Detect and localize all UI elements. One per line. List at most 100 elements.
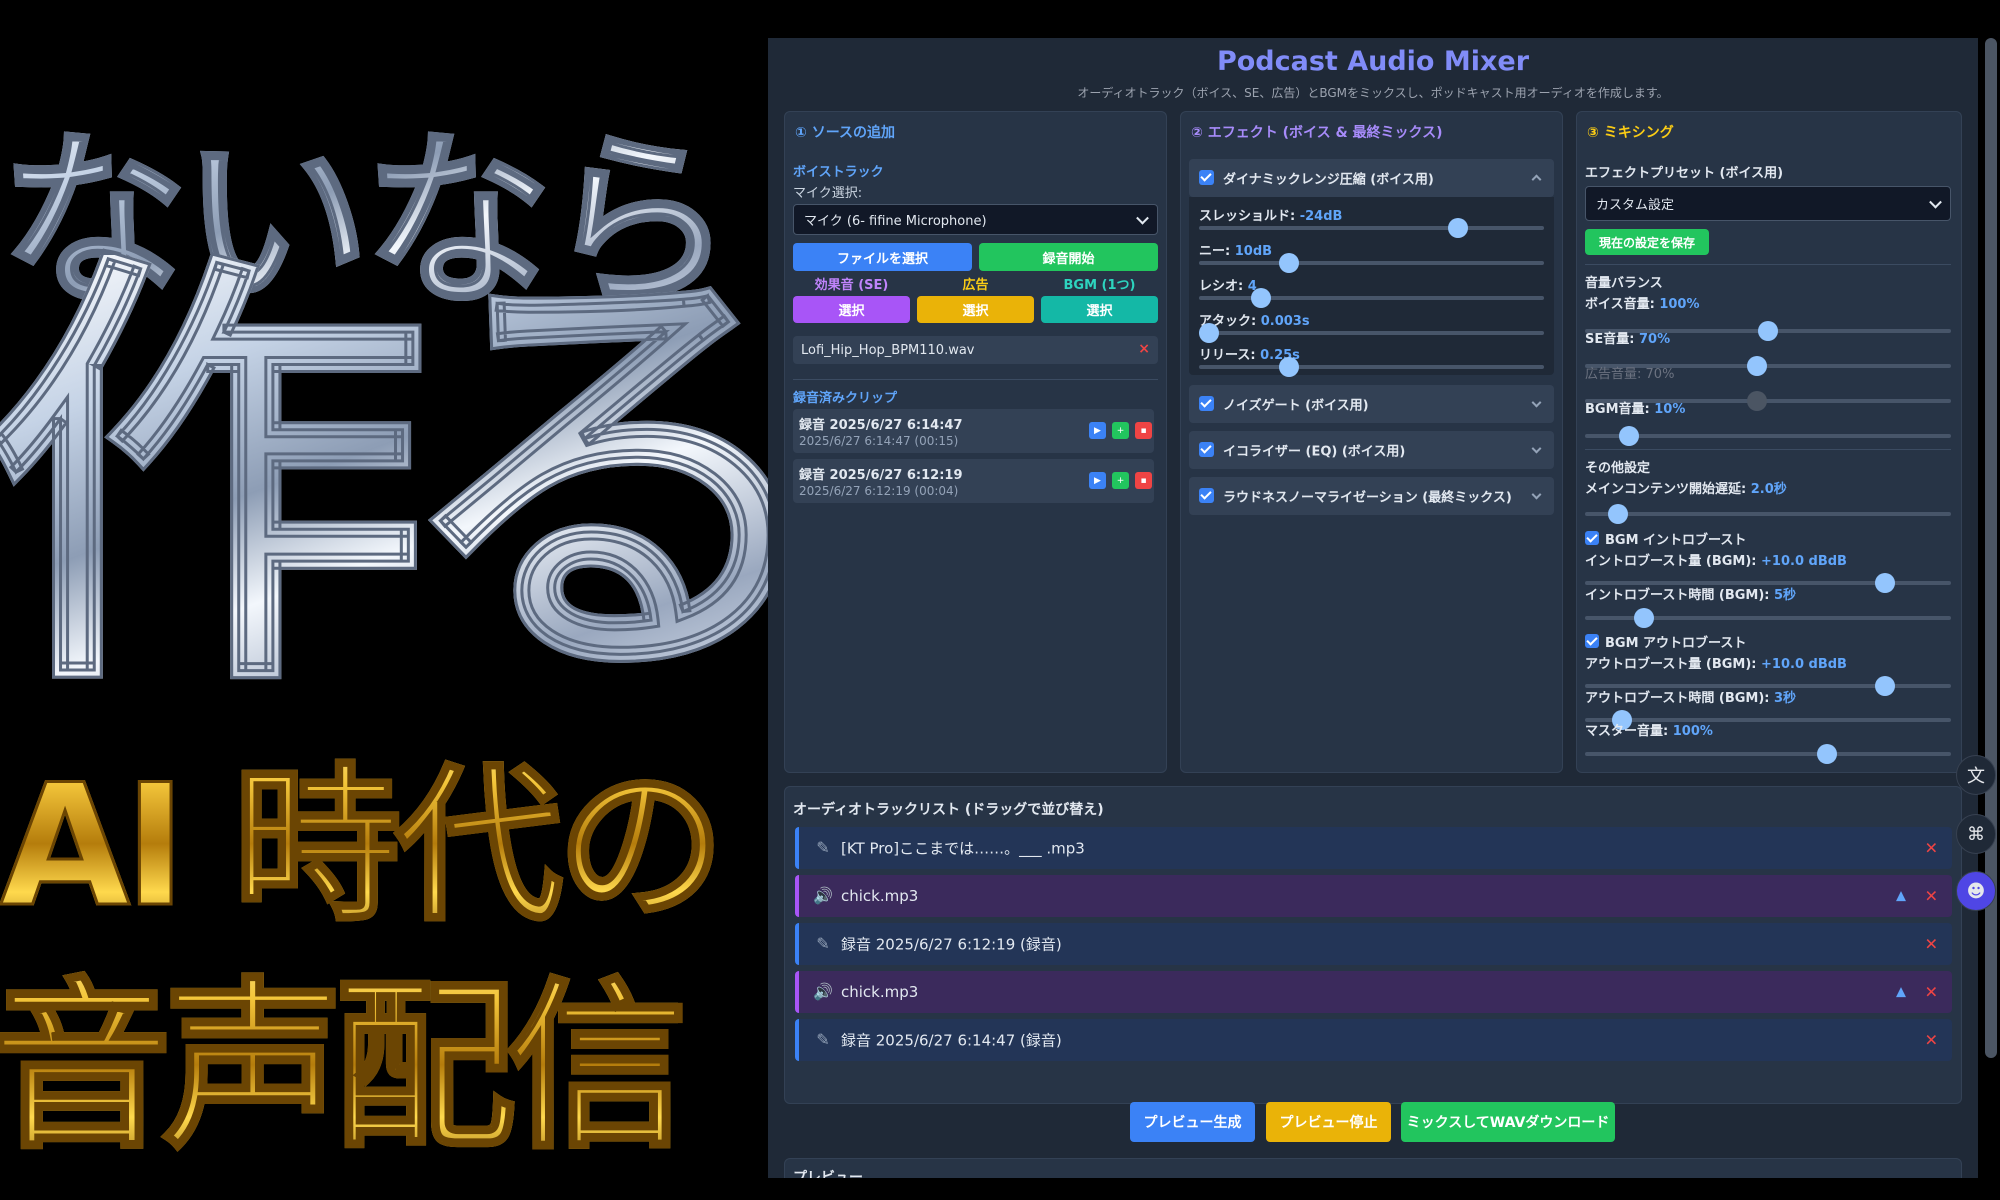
slider-knob[interactable]	[1875, 573, 1896, 593]
slider-knob[interactable]	[1447, 218, 1468, 238]
slider-knob[interactable]	[1199, 323, 1220, 343]
ad-select-button[interactable]: 選択	[917, 296, 1034, 323]
ratio-label: レシオ: 4	[1199, 279, 1257, 294]
eq-checkbox[interactable]	[1199, 442, 1214, 457]
slider-knob[interactable]	[1278, 357, 1299, 377]
track-row[interactable]: 🔊 chick.mp3 ▲ ✕	[795, 971, 1952, 1013]
preview-panel: プレビュー	[784, 1158, 1962, 1178]
compressor-title: ダイナミックレンジ圧縮 (ボイス用)	[1223, 172, 1434, 188]
app-title: Podcast Audio Mixer	[1216, 46, 1530, 77]
knee-slider[interactable]	[1199, 253, 1544, 273]
app-subtitle: オーディオトラック（ボイス、SE、広告）とBGMをミックスし、ポッドキャスト用オ…	[1077, 86, 1669, 100]
intro-time-slider[interactable]	[1585, 608, 1951, 628]
remove-bgm-icon[interactable]: ×	[1138, 341, 1150, 357]
attack-slider[interactable]	[1199, 323, 1544, 343]
remove-track-icon[interactable]: ✕	[1925, 1031, 1938, 1050]
bgm-volume-slider[interactable]	[1585, 426, 1951, 446]
intro-boost-checkbox[interactable]	[1585, 531, 1599, 545]
chevron-down-icon	[1531, 397, 1542, 408]
noise-gate-title: ノイズゲート (ボイス用)	[1223, 398, 1369, 414]
mic-label: マイク選択:	[793, 186, 863, 201]
remove-track-icon[interactable]: ✕	[1925, 983, 1938, 1002]
podcast-mixer-app: Podcast Audio Mixer オーディオトラック（ボイス、SE、広告）…	[768, 38, 1978, 1178]
remove-track-icon[interactable]: ✕	[1925, 935, 1938, 954]
chevron-down-icon	[1531, 443, 1542, 454]
slider-knob[interactable]	[1251, 288, 1272, 308]
effects-heading: ② エフェクト (ボイス & 最終ミックス)	[1191, 125, 1443, 141]
start-recording-button[interactable]: 録音開始	[979, 243, 1158, 271]
mic-icon: ✎	[816, 838, 830, 857]
slider-knob[interactable]	[1633, 608, 1654, 628]
clip-item: 録音 2025/6/27 6:14:47 2025/6/27 6:14:47 (…	[793, 409, 1154, 453]
source-heading: ① ソースの追加	[795, 125, 896, 141]
remove-track-icon[interactable]: ✕	[1925, 887, 1938, 906]
slider-knob[interactable]	[1875, 676, 1896, 696]
outro-boost-checkbox[interactable]	[1585, 634, 1599, 648]
compressor-accordion[interactable]: ダイナミックレンジ圧縮 (ボイス用)	[1189, 159, 1554, 197]
play-icon[interactable]: ▶	[1089, 472, 1106, 489]
clip-title: 録音 2025/6/27 6:14:47	[799, 418, 963, 433]
track-row[interactable]: ✎ 録音 2025/6/27 6:14:47 (録音) ✕	[795, 1019, 1952, 1061]
mixing-panel: ③ ミキシング エフェクトプリセット (ボイス用) カスタム設定 現在の設定を保…	[1576, 111, 1962, 773]
trash-icon[interactable]: ▪	[1135, 472, 1152, 489]
track-name: chick.mp3	[841, 887, 919, 905]
compressor-checkbox[interactable]	[1199, 170, 1214, 185]
slider-knob[interactable]	[1747, 356, 1768, 376]
threshold-label: スレッショルド: -24dB	[1199, 209, 1343, 224]
master-volume-slider[interactable]	[1585, 744, 1951, 764]
ad-marker-icon[interactable]: ▲	[1896, 985, 1906, 1000]
track-row[interactable]: ✎ 録音 2025/6/27 6:12:19 (録音) ✕	[795, 923, 1952, 965]
slider-knob[interactable]	[1758, 321, 1778, 341]
release-slider[interactable]	[1199, 357, 1544, 377]
clip-item: 録音 2025/6/27 6:12:19 2025/6/27 6:12:19 (…	[793, 459, 1154, 503]
master-volume-label: マスター音量: 100%	[1585, 724, 1713, 739]
other-settings-label: その他設定	[1585, 461, 1651, 476]
intro-amount-label: イントロブースト量 (BGM): +10.0 dBdB	[1585, 554, 1847, 569]
slider-knob[interactable]	[1618, 426, 1639, 446]
loudness-checkbox[interactable]	[1199, 488, 1214, 503]
bgm-select-button[interactable]: 選択	[1041, 296, 1158, 323]
track-name: [KT Pro]ここまでは……。___ .mp3	[841, 839, 1085, 858]
divider	[1585, 264, 1951, 265]
add-icon[interactable]: +	[1112, 422, 1129, 439]
noise-gate-accordion[interactable]: ノイズゲート (ボイス用)	[1189, 385, 1554, 423]
play-icon[interactable]: ▶	[1089, 422, 1106, 439]
threshold-slider[interactable]	[1199, 218, 1544, 238]
command-icon[interactable]: ⌘	[1956, 814, 1996, 854]
mic-icon: ✎	[816, 1030, 830, 1049]
preview-button[interactable]: プレビュー生成	[1130, 1102, 1255, 1142]
slider-knob[interactable]	[1816, 744, 1837, 764]
clip-subtitle: 2025/6/27 6:12:19 (00:04)	[799, 484, 959, 498]
trash-icon[interactable]: ▪	[1135, 422, 1152, 439]
track-row[interactable]: ✎ [KT Pro]ここまでは……。___ .mp3 ✕	[795, 827, 1952, 869]
assistant-icon[interactable]: ☻	[1956, 871, 1996, 911]
stop-preview-button[interactable]: プレビュー停止	[1266, 1102, 1391, 1142]
ratio-slider[interactable]	[1199, 288, 1544, 308]
noise-gate-checkbox[interactable]	[1199, 396, 1214, 411]
mic-select[interactable]: マイク (6- fifine Microphone)	[793, 204, 1158, 235]
se-select-button[interactable]: 選択	[793, 296, 910, 323]
thumbnail-artwork: ないなら 作る AI 時代の 音声配信	[0, 0, 768, 1200]
intro-boost-label: BGM イントロブースト	[1605, 533, 1747, 548]
slider-knob[interactable]	[1278, 253, 1299, 273]
delay-slider[interactable]	[1585, 504, 1951, 524]
eq-accordion[interactable]: イコライザー (EQ) (ボイス用)	[1189, 431, 1554, 469]
preset-select[interactable]: カスタム設定	[1585, 186, 1951, 221]
track-name: 録音 2025/6/27 6:12:19 (録音)	[841, 935, 1062, 954]
art-headline-3: AI 時代の	[0, 710, 727, 953]
translate-icon[interactable]: 文	[1956, 755, 1996, 795]
delay-label: メインコンテンツ開始遅延: 2.0秒	[1585, 482, 1787, 497]
loudness-accordion[interactable]: ラウドネスノーマライゼーション (最終ミックス)	[1189, 477, 1554, 515]
track-row[interactable]: 🔊 chick.mp3 ▲ ✕	[795, 875, 1952, 917]
remove-track-icon[interactable]: ✕	[1925, 839, 1938, 858]
slider-knob[interactable]	[1607, 504, 1628, 524]
bgm-file-row: Lofi_Hip_Hop_BPM110.wav ×	[793, 336, 1158, 364]
track-name: chick.mp3	[841, 983, 919, 1001]
bgm-label: BGM (1つ)	[1063, 278, 1136, 293]
ad-marker-icon[interactable]: ▲	[1896, 889, 1906, 904]
add-icon[interactable]: +	[1112, 472, 1129, 489]
download-wav-button[interactable]: ミックスしてWAVダウンロード	[1401, 1102, 1615, 1142]
choose-file-button[interactable]: ファイルを選択	[793, 243, 972, 271]
save-preset-button[interactable]: 現在の設定を保存	[1585, 229, 1709, 255]
recorded-clips-label: 録音済みクリップ	[793, 391, 898, 406]
